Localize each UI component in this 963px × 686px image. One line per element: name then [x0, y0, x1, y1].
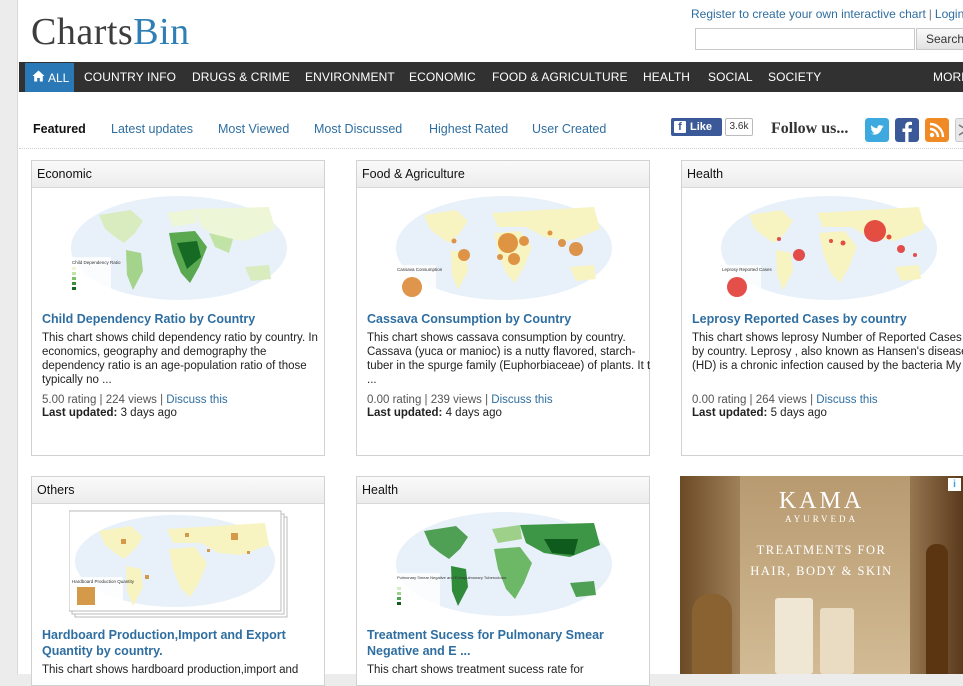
content-tabs: Featured Latest updates Most Viewed Most…	[19, 118, 963, 149]
facebook-f-icon: f	[674, 121, 686, 133]
twitter-icon[interactable]	[865, 118, 889, 142]
chart-card-cassava: Food & Agriculture Cassava Consumption C…	[356, 160, 650, 456]
legend-title: Child Dependency Ratio	[72, 260, 121, 265]
rss-icon[interactable]	[925, 118, 949, 142]
card-category: Economic	[32, 161, 324, 188]
card-category: Others	[32, 477, 324, 504]
ad-line-2: HAIR, BODY & SKIN	[750, 564, 893, 578]
legend-title: Leprosy Reported Cases	[722, 267, 773, 272]
rating-text: 0.00 rating	[692, 394, 747, 406]
chartsbin-logo[interactable]: ChartsBin	[31, 10, 190, 54]
views-text: 224 views	[105, 394, 157, 406]
login-link[interactable]: Login	[935, 7, 963, 21]
discuss-link[interactable]: Discuss this	[816, 394, 877, 406]
discuss-link[interactable]: Discuss this	[166, 394, 227, 406]
home-icon	[32, 70, 45, 82]
map-thumbnail[interactable]: Pulmonary Smear Negative and Extrapulmon…	[394, 509, 614, 619]
map-thumbnail[interactable]: Leprosy Reported Cases	[719, 193, 939, 303]
chart-description: This chart shows cassava consumption by …	[367, 332, 651, 386]
nav-society[interactable]: SOCIETY	[768, 70, 821, 84]
last-updated-value: 4 days ago	[445, 407, 502, 419]
last-updated-value: 3 days ago	[120, 407, 177, 419]
ad-brand: KAMA	[778, 488, 865, 514]
last-updated: Last updated: 3 days ago	[42, 407, 177, 419]
nav-environment[interactable]: ENVIRONMENT	[305, 70, 395, 84]
chart-meta: 0.00 rating | 264 views | Discuss this	[692, 394, 878, 406]
chart-meta: 0.00 rating | 239 views | Discuss this	[367, 394, 553, 406]
nav-all-button[interactable]: ALL	[25, 63, 74, 92]
ad-line-1: TREATMENTS FOR	[756, 543, 887, 557]
ad-subbrand: AYURVEDA	[785, 514, 858, 524]
last-updated-label: Last updated:	[692, 407, 768, 419]
ad-info-icon[interactable]: i	[948, 478, 961, 491]
advertisement[interactable]: KAMA AYURVEDA TREATMENTS FOR HAIR, BODY …	[680, 476, 963, 674]
nav-food-agriculture[interactable]: FOOD & AGRICULTURE	[492, 70, 628, 84]
tab-most-discussed[interactable]: Most Discussed	[314, 122, 402, 136]
nav-country-info[interactable]: COUNTRY INFO	[84, 70, 176, 84]
last-updated-value: 5 days ago	[770, 407, 827, 419]
like-label: Like	[690, 121, 713, 133]
tab-latest-updates[interactable]: Latest updates	[111, 122, 193, 136]
last-updated: Last updated: 4 days ago	[367, 407, 502, 419]
map-thumbnail[interactable]: Child Dependency Ratio	[69, 193, 289, 303]
card-category: Health	[357, 477, 649, 504]
last-updated-label: Last updated:	[42, 407, 118, 419]
chart-meta: 5.00 rating | 224 views | Discuss this	[42, 394, 228, 406]
map-thumbnail[interactable]: Cassava Consumption	[394, 193, 614, 303]
header-separator: |	[928, 7, 932, 21]
card-category: Food & Agriculture	[357, 161, 649, 188]
chart-description: This chart shows treatment sucess rate f…	[367, 664, 584, 676]
ad-jar-image	[692, 594, 732, 674]
map-thumbnail[interactable]: Hardboard Production Quantity	[69, 509, 289, 619]
logo-text-bin: Bin	[133, 11, 190, 53]
chart-card-treatment: Health Pulmonary Smear Negative and Extr…	[356, 476, 650, 686]
chart-description: This chart shows leprosy Number of Repor…	[692, 332, 963, 372]
chart-card-child-dependency: Economic Child Dependency Ratio Child De…	[31, 160, 325, 456]
tab-featured[interactable]: Featured	[33, 122, 86, 136]
search-button[interactable]: Search	[916, 28, 963, 50]
tab-highest-rated[interactable]: Highest Rated	[429, 122, 508, 136]
legend-title: Pulmonary Smear Negative and Extrapulmon…	[397, 575, 506, 580]
facebook-icon[interactable]	[895, 118, 919, 142]
main-nav: ALL COUNTRY INFO DRUGS & CRIME ENVIRONME…	[19, 62, 963, 92]
card-category: Health	[682, 161, 963, 188]
chart-title-link[interactable]: Child Dependency Ratio by Country	[42, 311, 322, 327]
tab-user-created[interactable]: User Created	[532, 122, 606, 136]
rating-text: 0.00 rating	[367, 394, 422, 406]
chart-title-link[interactable]: Treatment Sucess for Pulmonary Smear Neg…	[367, 627, 647, 659]
nav-drugs-crime[interactable]: DRUGS & CRIME	[192, 70, 290, 84]
views-text: 264 views	[755, 394, 807, 406]
chart-card-leprosy: Health Leprosy Reported Cases Leprosy Re…	[681, 160, 963, 456]
ad-bottle-image	[820, 608, 854, 674]
chart-title-link[interactable]: Cassava Consumption by Country	[367, 311, 647, 327]
ad-stand-image	[926, 544, 948, 674]
last-updated: Last updated: 5 days ago	[692, 407, 827, 419]
nav-social[interactable]: SOCIAL	[708, 70, 753, 84]
logo-text-charts: Charts	[31, 11, 134, 53]
nav-health[interactable]: HEALTH	[643, 70, 690, 84]
chart-title-link[interactable]: Hardboard Production,Import and Export Q…	[42, 627, 322, 659]
discuss-link[interactable]: Discuss this	[491, 394, 552, 406]
chart-card-hardboard: Others Hardboard Production Quantity Har…	[31, 476, 325, 686]
like-count: 3.6k	[725, 118, 753, 136]
rating-text: 5.00 rating	[42, 394, 97, 406]
nav-all-label: ALL	[48, 71, 70, 85]
legend-title: Hardboard Production Quantity	[72, 579, 135, 584]
search-input[interactable]	[695, 28, 915, 50]
views-text: 239 views	[430, 394, 482, 406]
chart-description: This chart shows hardboard production,im…	[42, 664, 299, 676]
nav-economic[interactable]: ECONOMIC	[409, 70, 476, 84]
header-links: Register to create your own interactive …	[691, 7, 963, 21]
legend-title: Cassava Consumption	[397, 267, 443, 272]
chart-title-link[interactable]: Leprosy Reported Cases by country	[692, 311, 963, 327]
email-icon[interactable]	[955, 118, 963, 142]
tab-most-viewed[interactable]: Most Viewed	[218, 122, 289, 136]
ad-bottle-image	[775, 598, 813, 674]
follow-us-text: Follow us...	[771, 120, 849, 137]
last-updated-label: Last updated:	[367, 407, 443, 419]
register-link[interactable]: Register to create your own interactive …	[691, 7, 926, 21]
facebook-like-button[interactable]: f Like	[671, 118, 722, 136]
chart-description: This chart shows child dependency ratio …	[42, 332, 318, 386]
nav-more[interactable]: MORE	[933, 70, 963, 84]
